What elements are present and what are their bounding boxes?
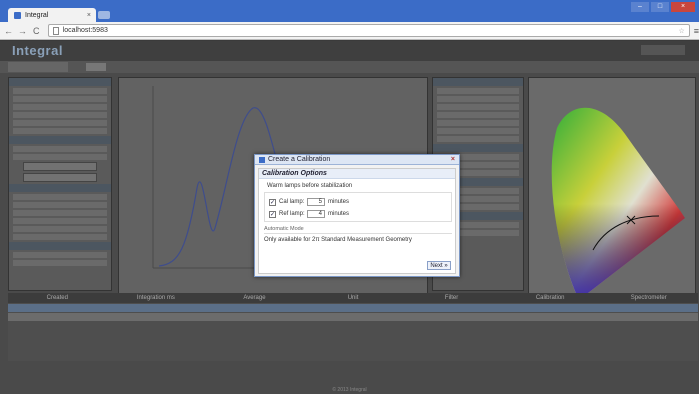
close-window-button[interactable]: × <box>671 2 695 12</box>
dialog-body: Calibration Options Warm lamps before st… <box>258 168 456 274</box>
ref-lamp-minutes-input[interactable]: 4 <box>307 210 325 218</box>
col-header: Created <box>46 295 68 301</box>
cal-lamp-row: ✓ Cal lamp: 5 minutes <box>269 197 349 207</box>
col-header: Calibration <box>535 295 565 301</box>
dialog-app-icon <box>259 156 265 163</box>
tab-title: Integral <box>25 11 49 19</box>
tab-close-icon[interactable]: × <box>87 12 91 19</box>
table-row <box>8 313 698 321</box>
automatic-mode-title: Automatic Mode <box>264 226 452 234</box>
col-header: Spectrometer <box>630 295 667 301</box>
dialog-title: Create a Calibration <box>268 156 331 163</box>
browser-toolbar: ← → C localhost:5983 ☆ ≡ <box>0 22 699 40</box>
cal-lamp-label: Cal lamp: <box>279 199 305 205</box>
bookmark-star-icon[interactable]: ☆ <box>678 27 684 35</box>
browser-tab[interactable]: Integral × <box>8 8 96 22</box>
menu-icon[interactable]: ≡ <box>694 26 699 36</box>
col-header: Filter <box>444 295 459 301</box>
address-bar[interactable]: localhost:5983 ☆ <box>47 24 690 37</box>
dialog-close-icon[interactable]: × <box>451 156 455 163</box>
toolbar-tab <box>8 62 68 72</box>
page-icon <box>52 26 59 35</box>
col-header: Integration ms <box>136 295 175 301</box>
automatic-mode-group: Automatic Mode Only available for 2π Sta… <box>264 226 452 248</box>
browser-titlebar: Integral × – □ × <box>0 0 699 22</box>
app-header: Integral <box>0 41 699 61</box>
user-info <box>641 45 685 55</box>
cal-lamp-minutes-input[interactable]: 5 <box>307 198 325 206</box>
app-toolbar <box>0 61 699 73</box>
ref-lamp-row: ✓ Ref lamp: 4 minutes <box>269 209 349 219</box>
ref-lamp-unit: minutes <box>328 211 350 217</box>
cie-diagram <box>528 77 696 309</box>
app-logo: Integral <box>12 43 63 58</box>
maximize-button[interactable]: □ <box>651 2 669 12</box>
minimize-button[interactable]: – <box>631 2 649 12</box>
app-footer: © 2013 Integral <box>332 387 367 393</box>
left-settings-panel <box>8 77 112 291</box>
automatic-mode-text: Only available for 2π Standard Measureme… <box>264 237 412 243</box>
favicon-icon <box>14 11 21 19</box>
url-text: localhost:5983 <box>62 27 108 34</box>
lamp-options-group: ✓ Cal lamp: 5 minutes ✓ Ref lamp: 4 minu… <box>264 192 452 222</box>
cie-chromaticity-chart <box>551 107 685 300</box>
next-button[interactable]: Next » <box>427 261 451 270</box>
col-header: Unit <box>347 295 359 301</box>
new-tab-button[interactable] <box>98 11 110 19</box>
ref-lamp-checkbox[interactable]: ✓ <box>269 210 276 218</box>
calibration-table: Created Integration ms Average Unit Filt… <box>8 293 698 361</box>
ref-lamp-label: Ref lamp: <box>279 211 305 217</box>
table-header: Created Integration ms Average Unit Filt… <box>8 293 698 303</box>
back-button[interactable]: ← <box>3 26 14 36</box>
dialog-titlebar: Create a Calibration × <box>255 155 459 165</box>
forward-button[interactable]: → <box>17 26 28 36</box>
reload-button[interactable]: C <box>31 26 42 36</box>
col-header: Average <box>243 295 266 301</box>
toolbar-icons <box>86 63 106 71</box>
create-calibration-dialog: Create a Calibration × Calibration Optio… <box>254 154 460 277</box>
cal-lamp-checkbox[interactable]: ✓ <box>269 198 276 206</box>
table-row <box>8 304 698 312</box>
cal-lamp-unit: minutes <box>328 199 350 205</box>
options-header: Calibration Options <box>259 169 455 179</box>
warm-lamps-label: Warm lamps before stabilization <box>267 183 353 189</box>
window-controls: – □ × <box>631 2 695 12</box>
